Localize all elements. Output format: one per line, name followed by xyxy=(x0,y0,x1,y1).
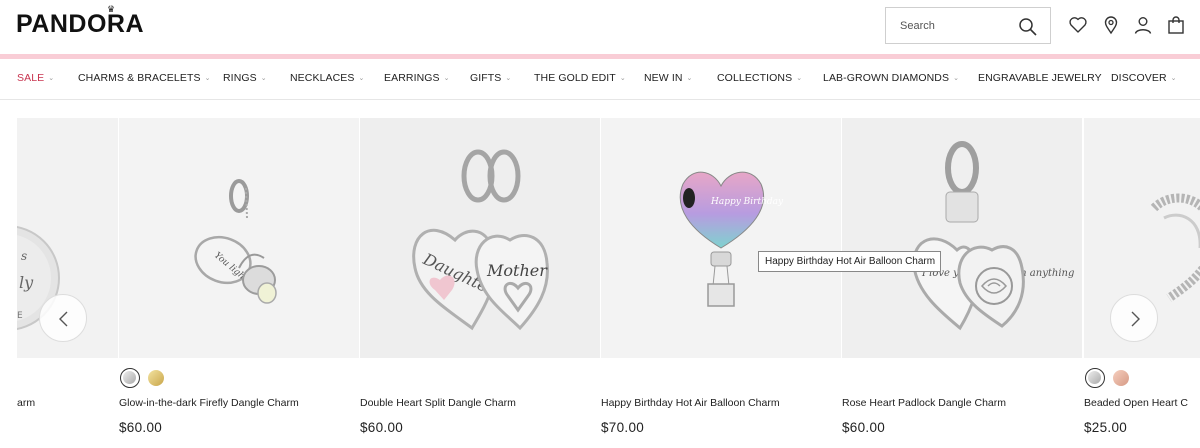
nav-label: SALE xyxy=(17,72,45,84)
chevron-right-icon xyxy=(1131,311,1140,327)
nav-item-engravable-jewelry[interactable]: ENGRAVABLE JEWELRY xyxy=(978,72,1102,84)
product-name[interactable]: Double Heart Split Dangle Charm xyxy=(360,397,516,409)
crown-icon: ♛ xyxy=(107,4,116,14)
search-icon[interactable] xyxy=(1018,17,1038,37)
nav-label: GIFTS xyxy=(470,72,502,84)
rose-padlock-charm-image: I love you more than anything xyxy=(912,141,1074,331)
product-price: $25.00 xyxy=(1084,420,1128,435)
nav-item-rings[interactable]: RINGS ⌄ xyxy=(223,72,267,84)
chevron-down-icon: ⌄ xyxy=(260,75,267,82)
nav-item-sale[interactable]: SALE ⌄ xyxy=(17,72,54,84)
chevron-down-icon: ⌄ xyxy=(686,75,693,82)
product-image[interactable]: Daughter Mother xyxy=(360,118,600,358)
nav-label: RINGS xyxy=(223,72,257,84)
firefly-charm-image: You light my xyxy=(194,179,277,304)
product-carousel: s ly E arm You light my Glow-in-the-dark… xyxy=(0,118,1200,448)
product-name[interactable]: arm xyxy=(17,397,35,409)
double-heart-charm-image: Daughter Mother xyxy=(412,149,549,331)
product-tooltip: Happy Birthday Hot Air Balloon Charm xyxy=(758,251,941,272)
chevron-down-icon: ⌄ xyxy=(796,75,803,82)
chevron-down-icon: ⌄ xyxy=(619,75,626,82)
nav-item-necklaces[interactable]: NECKLACES ⌄ xyxy=(290,72,364,84)
product-price: $60.00 xyxy=(842,420,886,435)
nav-label: NECKLACES xyxy=(290,72,355,84)
search-box[interactable] xyxy=(885,7,1051,44)
user-icon[interactable] xyxy=(1133,15,1153,35)
svg-text:ly: ly xyxy=(19,273,34,292)
chevron-down-icon: ⌄ xyxy=(204,75,211,82)
nav-item-charms-bracelets[interactable]: CHARMS & BRACELETS ⌄ xyxy=(78,72,211,84)
product-name[interactable]: Beaded Open Heart C xyxy=(1084,397,1188,409)
nav-label: COLLECTIONS xyxy=(717,72,793,84)
product-card[interactable]: Daughter Mother Double Heart Split Dangl… xyxy=(360,118,600,448)
product-price: $70.00 xyxy=(601,420,645,435)
swatch-silver[interactable] xyxy=(120,368,140,388)
product-card[interactable]: s ly E arm xyxy=(17,118,118,448)
product-name[interactable]: Happy Birthday Hot Air Balloon Charm xyxy=(601,397,780,409)
chevron-down-icon: ⌄ xyxy=(443,75,450,82)
nav-label: LAB-GROWN DIAMONDS xyxy=(823,72,950,84)
hot-air-balloon-charm-image: Happy Birthday xyxy=(679,171,784,307)
product-price: $60.00 xyxy=(119,420,163,435)
heart-icon[interactable] xyxy=(1068,15,1088,35)
product-card[interactable]: You light my Glow-in-the-dark Firefly Da… xyxy=(119,118,359,448)
search-input[interactable] xyxy=(900,17,1010,35)
product-image[interactable]: You light my xyxy=(119,118,359,358)
nav-item-gifts[interactable]: GIFTS ⌄ xyxy=(470,72,511,84)
chevron-down-icon: ⌄ xyxy=(953,75,960,82)
brand-name: PANDORA xyxy=(16,10,145,38)
product-price: $60.00 xyxy=(360,420,404,435)
swatch-gold[interactable] xyxy=(146,368,166,388)
carousel-prev-button[interactable] xyxy=(39,294,87,342)
product-image[interactable]: Happy Birthday xyxy=(601,118,841,358)
swatch-rose-gold[interactable] xyxy=(1111,368,1131,388)
nav-item-new-in[interactable]: NEW IN ⌄ xyxy=(644,72,692,84)
chevron-down-icon: ⌄ xyxy=(1170,75,1177,82)
nav-item-lab-grown-diamonds[interactable]: LAB-GROWN DIAMONDS ⌄ xyxy=(823,72,959,84)
chevron-down-icon: ⌄ xyxy=(505,75,512,82)
product-card[interactable]: Beaded Open Heart C $25.00 xyxy=(1084,118,1200,448)
nav-label: NEW IN xyxy=(644,72,683,84)
product-name[interactable]: Rose Heart Padlock Dangle Charm xyxy=(842,397,1006,409)
nav-item-collections[interactable]: COLLECTIONS ⌄ xyxy=(717,72,802,84)
svg-text:E: E xyxy=(17,311,23,321)
nav-item-gold-edit[interactable]: THE GOLD EDIT ⌄ xyxy=(534,72,626,84)
nav-label: ENGRAVABLE JEWELRY xyxy=(978,72,1102,84)
nav-label: DISCOVER xyxy=(1111,72,1167,84)
product-card[interactable]: Happy Birthday Happy Birthday Hot Air Ba… xyxy=(601,118,841,448)
main-nav: SALE ⌄ CHARMS & BRACELETS ⌄ RINGS ⌄ NECKLAC… xyxy=(0,59,1200,100)
product-card[interactable]: I love you more than anything Rose Heart… xyxy=(842,118,1082,448)
chevron-down-icon: ⌄ xyxy=(358,75,365,82)
nav-item-discover[interactable]: DISCOVER ⌄ xyxy=(1111,72,1177,84)
shopping-bag-icon[interactable] xyxy=(1166,15,1186,35)
nav-label: THE GOLD EDIT xyxy=(534,72,616,84)
swatch-silver[interactable] xyxy=(1085,368,1105,388)
engraving-text: Mother xyxy=(486,261,548,280)
nav-label: CHARMS & BRACELETS xyxy=(78,72,201,84)
brand-logo[interactable]: PANDORA ♛ xyxy=(16,4,145,39)
engraving-text: Happy Birthday xyxy=(710,197,784,207)
product-name[interactable]: Glow-in-the-dark Firefly Dangle Charm xyxy=(119,397,299,409)
chevron-left-icon xyxy=(59,311,68,327)
nav-item-earrings[interactable]: EARRINGS ⌄ xyxy=(384,72,450,84)
svg-text:s: s xyxy=(21,249,27,263)
site-header: PANDORA ♛ xyxy=(0,0,1200,54)
product-image[interactable]: I love you more than anything xyxy=(842,118,1082,358)
chevron-down-icon: ⌄ xyxy=(48,75,55,82)
nav-label: EARRINGS xyxy=(384,72,440,84)
location-pin-icon[interactable] xyxy=(1101,15,1121,35)
carousel-next-button[interactable] xyxy=(1110,294,1158,342)
